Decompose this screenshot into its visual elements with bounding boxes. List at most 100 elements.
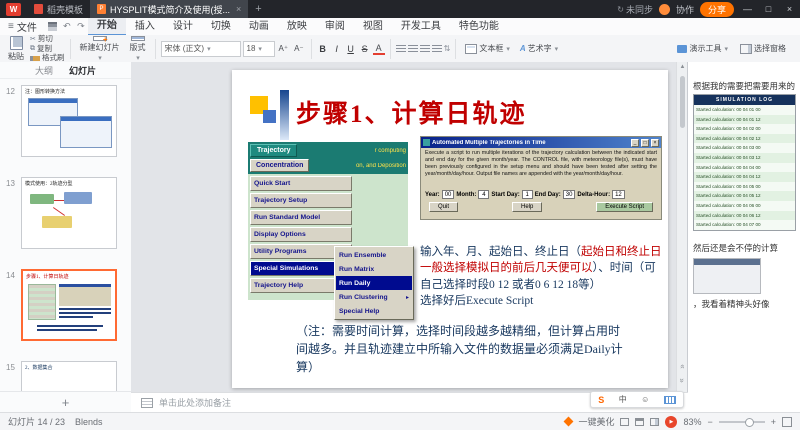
dialog-minimize-icon — [631, 139, 639, 147]
wordart-button[interactable]: A 艺术字 — [516, 43, 562, 54]
zoom-slider[interactable] — [719, 421, 765, 423]
thumbnail-preview[interactable]: 模式使用：2轨迹分型 — [21, 177, 117, 249]
presentation-tools-button[interactable]: 演示工具 — [673, 43, 732, 54]
thumbnail-12[interactable]: 12 注：图形转换方法 — [0, 85, 131, 157]
slide-counter[interactable]: 幻灯片 14 / 23 — [8, 415, 65, 428]
menu-animation[interactable]: 动画 — [240, 19, 278, 35]
close-window-button[interactable]: × — [782, 4, 797, 14]
align-left-icon[interactable] — [396, 45, 406, 53]
align-justify-icon[interactable] — [432, 45, 442, 53]
log-row: Started calculation: 00 04 03 12 — [694, 153, 795, 163]
zoom-slider-thumb[interactable] — [745, 418, 754, 427]
add-slide-button[interactable]: + — [0, 391, 131, 412]
menu-slideshow[interactable]: 放映 — [278, 19, 316, 35]
line-spacing-icon[interactable] — [444, 44, 451, 53]
selection-pane-button[interactable]: 选择窗格 — [736, 43, 790, 54]
decrease-font-icon[interactable]: A⁻ — [292, 44, 306, 53]
tab-docer-templates[interactable]: 稻壳模板 — [27, 0, 90, 18]
thumbnail-14-selected[interactable]: 14 步骤1、计算日轨迹 — [0, 269, 131, 341]
thumbnail-13[interactable]: 13 模式使用：2轨迹分型 — [0, 177, 131, 249]
font-color-button[interactable]: A — [373, 43, 385, 55]
zoom-level[interactable]: 83% — [683, 417, 701, 427]
ime-language-mode[interactable]: 中 — [619, 394, 627, 405]
align-right-icon[interactable] — [420, 45, 430, 53]
tab-slides[interactable]: 幻灯片 — [69, 64, 96, 77]
menu-review[interactable]: 审阅 — [316, 19, 354, 35]
slide-paragraph[interactable]: 输入年、月、起始日、终止日（起始日和终止日一般选择模拟日的前后几天便可以）、时间… — [420, 244, 666, 309]
maximize-button[interactable]: □ — [761, 4, 776, 14]
dialog-body-text: Execute a script to run multiple iterati… — [421, 148, 661, 189]
beautify-button[interactable]: 一键美化 — [578, 415, 614, 428]
new-slide-button[interactable]: 新建幻灯片 — [76, 36, 124, 62]
thumbnail-preview[interactable]: 步骤1、计算日轨迹 — [21, 269, 117, 341]
ime-keyboard-icon[interactable] — [664, 396, 676, 404]
ime-emoji-icon[interactable]: ☺ — [641, 395, 649, 404]
thumbnail-list[interactable]: 12 注：图形转换方法 13 模式使用：2轨迹分型 — [0, 79, 131, 392]
scrollbar-thumb[interactable] — [680, 76, 685, 128]
align-center-icon[interactable] — [408, 45, 418, 53]
tab-outline[interactable]: 大纲 — [35, 64, 53, 77]
new-tab-button[interactable]: + — [248, 3, 268, 15]
menu-special-features[interactable]: 特色功能 — [450, 19, 508, 35]
slide-panel: 大纲 幻灯片 12 注：图形转换方法 13 模式使用：2轨迹分型 — [0, 62, 132, 412]
tab-current-document[interactable]: P HYSPLIT模式简介及使用(授... × — [90, 0, 248, 18]
thumbnail-preview[interactable]: 2、数据集合 — [21, 361, 117, 392]
hysplit-dialog-screenshot[interactable]: Automated Multiple Trajectories in Time … — [420, 136, 662, 220]
paste-button[interactable]: 粘贴 — [4, 36, 28, 62]
font-family-select[interactable]: 宋体 (正文) — [161, 41, 241, 57]
wps-logo[interactable]: W — [6, 3, 21, 16]
close-tab-icon[interactable]: × — [236, 4, 241, 14]
menu-devtools[interactable]: 开发工具 — [392, 19, 450, 35]
strikethrough-button[interactable]: S — [359, 44, 371, 54]
hysplit-menu-screenshot[interactable]: Trajectory r computing Concentration on,… — [248, 142, 408, 300]
layout-button[interactable]: 版式 — [126, 36, 150, 62]
slide-14[interactable]: 步骤1、计算日轨迹 Trajectory r computing Concent… — [232, 70, 668, 388]
sync-status[interactable]: 未同步 — [617, 3, 653, 16]
slide-sorter-view-icon[interactable] — [635, 418, 644, 426]
zoom-in-button[interactable]: + — [771, 417, 776, 427]
save-icon[interactable] — [48, 22, 57, 31]
ime-logo[interactable]: S — [598, 395, 604, 405]
menu-home[interactable]: 开始 — [88, 18, 126, 36]
toolbar-right-group: 演示工具 选择窗格 — [673, 43, 796, 54]
textbox-button[interactable]: 文本框 — [461, 43, 514, 54]
thumbnail-title: 步骤1、计算日轨迹 — [26, 273, 69, 280]
share-button[interactable]: 分享 — [700, 2, 734, 17]
menu-view[interactable]: 视图 — [354, 19, 392, 35]
zoom-out-button[interactable]: − — [707, 417, 712, 427]
file-menu[interactable]: 文件 — [0, 19, 45, 34]
collaborate-button[interactable]: 协作 — [676, 3, 694, 16]
thumbnail-title: 模式使用：2轨迹分型 — [25, 180, 73, 187]
reading-view-icon[interactable] — [650, 418, 659, 426]
menu-transition[interactable]: 切换 — [202, 19, 240, 35]
toolbar-separator — [311, 39, 312, 59]
menu-item: Run Standard Model — [250, 210, 352, 225]
font-size-select[interactable]: 18 — [243, 41, 275, 57]
fit-to-window-icon[interactable] — [782, 417, 792, 427]
slide-title[interactable]: 步骤1、计算日轨迹 — [296, 94, 527, 130]
undo-icon[interactable] — [60, 21, 74, 32]
help-button: Help — [512, 202, 542, 212]
hysplit-header-row: Trajectory r computing — [250, 143, 406, 158]
tab-label: HYSPLIT模式简介及使用(授... — [110, 3, 230, 16]
right-panel[interactable]: 根据我的需要把需要用来的 SIMULATION LOG Started calc… — [687, 62, 800, 412]
avatar[interactable] — [659, 4, 670, 15]
slide-note-text[interactable]: （注：需要时间计算，选择时间段越多越精细，但计算占用时间越多。并且轨迹建立中所输… — [296, 322, 626, 376]
bold-button[interactable]: B — [317, 44, 329, 54]
underline-button[interactable]: U — [345, 44, 357, 54]
menu-design[interactable]: 设计 — [164, 19, 202, 35]
input-method-bar[interactable]: S 中 ☺ — [590, 391, 684, 408]
increase-font-icon[interactable]: A⁺ — [277, 44, 291, 53]
italic-button[interactable]: I — [331, 44, 343, 54]
normal-view-icon[interactable] — [620, 418, 629, 426]
thumbnail-preview[interactable]: 注：图形转换方法 — [21, 85, 117, 157]
format-painter-button[interactable]: 格式刷 — [30, 54, 65, 63]
thumbnail-15[interactable]: 15 2、数据集合 — [0, 361, 131, 392]
menu-insert[interactable]: 插入 — [126, 19, 164, 35]
minimize-button[interactable]: — — [740, 4, 755, 14]
editing-canvas[interactable]: 步骤1、计算日轨迹 Trajectory r computing Concent… — [131, 62, 688, 392]
redo-icon[interactable] — [74, 21, 88, 32]
cut-button[interactable]: 剪切 — [30, 35, 65, 45]
play-slideshow-button[interactable] — [665, 416, 677, 428]
mini-shape — [64, 192, 92, 204]
